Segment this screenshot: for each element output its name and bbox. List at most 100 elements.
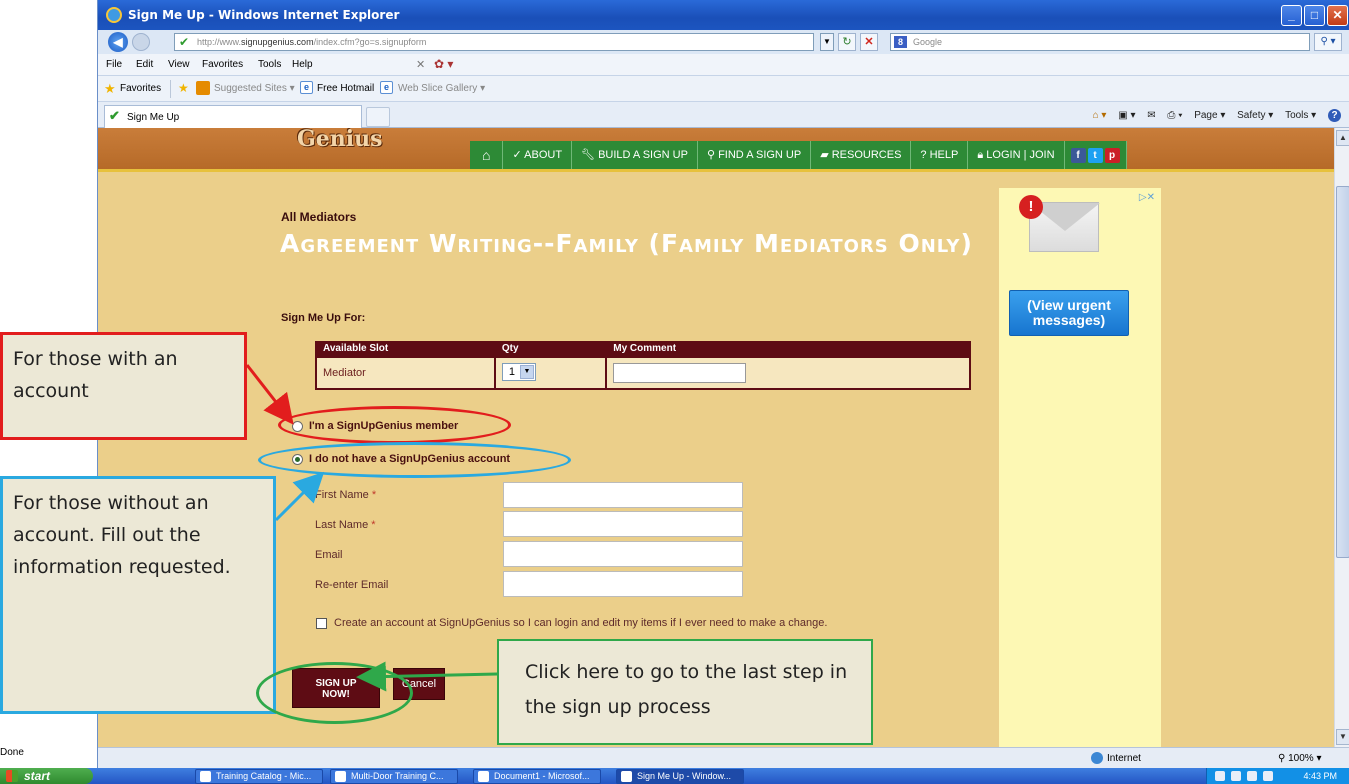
safety-menu[interactable]: Safety ▾ xyxy=(1237,110,1273,121)
tray-icon[interactable] xyxy=(1263,771,1273,781)
command-bar: ⌂ ▾ ▣ ▾ ✉ ⎙ ▾ Page ▾ Safety ▾ Tools ▾ ? xyxy=(1084,109,1341,122)
maximize-button[interactable]: □ xyxy=(1304,5,1325,26)
pinterest-icon[interactable]: p xyxy=(1104,147,1120,163)
checkmark-favicon-icon: ✔ xyxy=(109,108,120,123)
toolbar-addon-icon[interactable]: ✿ ▾ xyxy=(434,57,453,71)
zoom-value: 100% xyxy=(1288,753,1314,764)
scroll-thumb[interactable] xyxy=(1336,186,1349,558)
nav-about[interactable]: ✓ ABOUT xyxy=(503,141,573,169)
clock: 4:43 PM xyxy=(1303,771,1337,781)
qty-select[interactable]: 1 ▼ xyxy=(501,363,536,381)
site-logo[interactable]: Genius xyxy=(297,128,383,152)
tray-icon[interactable] xyxy=(1231,771,1241,781)
view-urgent-messages-button[interactable]: (View urgent messages) xyxy=(1009,290,1129,336)
social-links: f t p xyxy=(1065,141,1127,169)
address-bar: ◀ ✔ http://www.signupgenius.com/index.cf… xyxy=(98,30,1349,54)
nav-login-join[interactable]: 🔒︎ LOGIN | JOIN xyxy=(968,141,1065,169)
adchoices-icon[interactable]: ▷✕ xyxy=(1139,192,1155,203)
home-icon[interactable]: ⌂ ▾ xyxy=(1093,110,1107,121)
menu-tools[interactable]: Tools xyxy=(258,59,281,70)
favorites-button[interactable]: Favorites xyxy=(120,83,161,94)
tab-sign-me-up[interactable]: ✔ Sign Me Up xyxy=(104,105,362,128)
nav-find-signup[interactable]: ⚲ FIND A SIGN UP xyxy=(698,141,812,169)
nav-login-label: LOGIN | JOIN xyxy=(986,149,1055,161)
menu-favorites[interactable]: Favorites xyxy=(202,59,243,70)
new-tab-button[interactable] xyxy=(366,107,390,127)
taskbar-item-active[interactable]: Sign Me Up - Window... xyxy=(616,769,744,784)
comment-input[interactable] xyxy=(613,363,747,383)
app-icon xyxy=(335,771,346,782)
forward-button[interactable] xyxy=(132,33,150,51)
web-slice-gallery-link[interactable]: Web Slice Gallery ▾ xyxy=(398,83,485,94)
taskbar-item-label: Training Catalog - Mic... xyxy=(216,771,312,781)
create-account-option[interactable]: Create an account at SignUpGenius so I c… xyxy=(316,617,827,629)
address-dropdown-icon[interactable]: ▼ xyxy=(820,33,834,51)
nav-home-icon[interactable]: ⌂ xyxy=(470,141,504,169)
tray-icon[interactable] xyxy=(1247,771,1257,781)
search-button[interactable]: ⚲ ▾ xyxy=(1314,33,1342,51)
mail-icon[interactable]: ✉ xyxy=(1147,110,1155,121)
taskbar-item[interactable]: Training Catalog - Mic... xyxy=(195,769,323,784)
free-hotmail-link[interactable]: Free Hotmail xyxy=(317,83,374,94)
nav-help[interactable]: ? HELP xyxy=(911,141,969,169)
status-text-left: Done xyxy=(0,747,24,758)
scroll-down-icon[interactable]: ▼ xyxy=(1336,729,1349,745)
ie-page-icon: e xyxy=(380,81,393,94)
facebook-icon[interactable]: f xyxy=(1070,147,1086,163)
taskbar-item[interactable]: Document1 - Microsof... xyxy=(473,769,601,784)
group-name: All Mediators xyxy=(281,210,357,224)
tray-icon[interactable] xyxy=(1215,771,1225,781)
first-name-text: First Name xyxy=(315,489,369,501)
site-nav: ⌂ ✓ ABOUT 🔧︎ BUILD A SIGN UP ⚲ FIND A SI… xyxy=(470,141,1127,169)
menu-file[interactable]: File xyxy=(106,59,122,70)
add-favorite-icon[interactable]: ★ xyxy=(178,81,189,95)
vertical-scrollbar[interactable]: ▲ ▼ xyxy=(1334,128,1349,747)
slot-name: Mediator xyxy=(317,358,496,388)
url-path: /index.cfm?go=s.signupform xyxy=(313,37,427,47)
last-name-field[interactable] xyxy=(503,511,743,537)
back-button[interactable]: ◀ xyxy=(108,32,128,52)
taskbar-item-label: Multi-Door Training C... xyxy=(351,771,444,781)
first-name-field[interactable] xyxy=(503,482,743,508)
page-menu[interactable]: Page ▾ xyxy=(1194,110,1225,121)
chevron-down-icon[interactable]: ▼ xyxy=(519,365,534,379)
close-button[interactable]: ✕ xyxy=(1327,5,1348,26)
url-prefix: http://www. xyxy=(197,37,242,47)
help-icon[interactable]: ? xyxy=(1328,109,1341,122)
minimize-button[interactable]: _ xyxy=(1281,5,1302,26)
highlight-non-member-option xyxy=(258,442,571,478)
col-available-slot: Available Slot xyxy=(323,343,389,354)
menu-edit[interactable]: Edit xyxy=(136,59,153,70)
menu-help[interactable]: Help xyxy=(292,59,313,70)
twitter-icon[interactable]: t xyxy=(1087,147,1103,163)
stop-button[interactable]: ✕ xyxy=(860,33,878,51)
col-qty: Qty xyxy=(501,343,519,354)
scroll-up-icon[interactable]: ▲ xyxy=(1336,130,1349,146)
last-name-text: Last Name xyxy=(315,519,369,531)
suggested-sites-link[interactable]: Suggested Sites ▾ xyxy=(214,83,295,94)
page-title: Agreement Writing--Family (Family Mediat… xyxy=(280,229,973,258)
title-bar: Sign Me Up - Windows Internet Explorer _… xyxy=(98,0,1349,30)
zoom-level[interactable]: ⚲ 100% ▾ xyxy=(1278,753,1322,764)
nav-build-signup[interactable]: 🔧︎ BUILD A SIGN UP xyxy=(572,141,698,169)
nav-resources[interactable]: ▰ RESOURCES xyxy=(811,141,912,169)
refresh-button[interactable]: ↻ xyxy=(838,33,856,51)
last-name-label: Last Name * xyxy=(315,519,376,531)
search-input[interactable]: 8 Google xyxy=(890,33,1310,51)
suggested-sites-icon xyxy=(196,81,210,95)
menu-view[interactable]: View xyxy=(168,59,190,70)
close-toolbar-icon[interactable]: ✕ xyxy=(416,58,425,71)
start-button[interactable]: start xyxy=(0,768,93,784)
tools-menu[interactable]: Tools ▾ xyxy=(1285,110,1316,121)
taskbar-item[interactable]: Multi-Door Training C... xyxy=(330,769,458,784)
print-icon[interactable]: ⎙ ▾ xyxy=(1167,110,1182,121)
email-field[interactable] xyxy=(503,541,743,567)
create-account-checkbox[interactable] xyxy=(316,617,327,629)
first-name-label: First Name * xyxy=(315,489,376,501)
globe-icon xyxy=(1091,752,1103,764)
table-row: Mediator 1 ▼ xyxy=(317,358,969,388)
url-input[interactable]: ✔ http://www.signupgenius.com/index.cfm?… xyxy=(174,33,814,51)
reenter-email-field[interactable] xyxy=(503,571,743,597)
feeds-icon[interactable]: ▣ ▾ xyxy=(1118,110,1135,121)
favorites-star-icon[interactable]: ★ xyxy=(104,81,116,97)
